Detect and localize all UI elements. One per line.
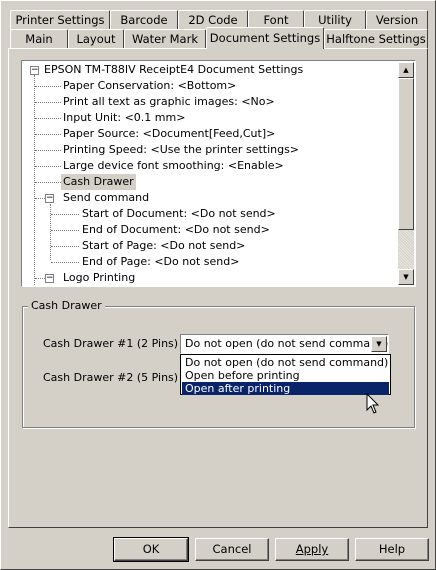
tree-item-end-of-page[interactable]: End of Page: <Do not send> xyxy=(82,254,239,270)
collapse-send-command-icon[interactable]: − xyxy=(45,194,54,203)
scroll-up-icon[interactable]: ▲ xyxy=(398,62,414,78)
tree-item-printing-speed[interactable]: Printing Speed: <Use the printer setting… xyxy=(63,142,299,158)
option-open-after-printing[interactable]: Open after printing xyxy=(182,382,389,395)
cash-drawer-2-label: Cash Drawer #2 (5 Pins) xyxy=(43,371,179,384)
settings-tree[interactable]: − EPSON TM-T88IV ReceiptE4 Document Sett… xyxy=(21,60,416,287)
tree-item-print-as-graphics[interactable]: Print all text as graphic images: <No> xyxy=(63,94,275,110)
cash-drawer-1-label: Cash Drawer #1 (2 Pins) xyxy=(43,337,179,350)
tree-item-start-of-page[interactable]: Start of Page: <Do not send> xyxy=(82,238,245,254)
chevron-down-icon[interactable]: ▼ xyxy=(371,336,387,352)
tab-printer-settings[interactable]: Printer Settings xyxy=(10,10,110,30)
cash-drawer-1-value: Do not open (do not send command) xyxy=(185,337,389,350)
tree-item-start-of-document[interactable]: Start of Document: <Do not send> xyxy=(82,206,276,222)
tree-scrollbar[interactable]: ▲ ▼ xyxy=(398,62,414,285)
scroll-down-icon[interactable]: ▼ xyxy=(398,269,414,285)
tree-root[interactable]: EPSON TM-T88IV ReceiptE4 Document Settin… xyxy=(44,62,303,78)
tab-halftone-settings[interactable]: Halftone Settings xyxy=(324,29,428,49)
tree-item-input-unit[interactable]: Input Unit: <0.1 mm> xyxy=(63,110,185,126)
help-button[interactable]: Help xyxy=(355,538,429,561)
tab-document-settings[interactable]: Document Settings xyxy=(206,27,324,49)
apply-button[interactable]: Apply xyxy=(275,538,349,561)
tree-item-send-command[interactable]: Send command xyxy=(63,190,149,206)
scroll-thumb[interactable] xyxy=(398,78,414,230)
cash-drawer-1-dropdown[interactable]: Do not open (do not send command) Open b… xyxy=(180,354,391,395)
tab-version[interactable]: Version xyxy=(366,10,428,30)
collapse-root-icon[interactable]: − xyxy=(30,66,39,75)
tree-item-cash-drawer[interactable]: Cash Drawer xyxy=(61,174,136,190)
ok-button[interactable]: OK xyxy=(113,537,189,562)
tree-item-paper-conservation[interactable]: Paper Conservation: <Bottom> xyxy=(63,78,236,94)
collapse-logo-printing-icon[interactable]: − xyxy=(45,274,54,283)
option-do-not-open[interactable]: Do not open (do not send command) xyxy=(182,356,389,369)
cash-drawer-group-title: Cash Drawer xyxy=(28,299,105,313)
tree-item-end-of-document[interactable]: End of Document: <Do not send> xyxy=(82,222,270,238)
tree-item-paper-source[interactable]: Paper Source: <Document[Feed,Cut]> xyxy=(63,126,275,142)
tab-barcode[interactable]: Barcode xyxy=(110,10,178,30)
tab-main[interactable]: Main xyxy=(10,29,68,49)
tab-layout[interactable]: Layout xyxy=(68,29,124,49)
option-open-before-printing[interactable]: Open before printing xyxy=(182,369,389,382)
cash-drawer-1-select[interactable]: Do not open (do not send command) ▼ xyxy=(180,334,389,354)
mouse-pointer-icon xyxy=(366,393,380,414)
tab-water-mark[interactable]: Water Mark xyxy=(124,29,206,49)
tree-item-logo-printing[interactable]: Logo Printing xyxy=(63,270,135,286)
cancel-button[interactable]: Cancel xyxy=(195,538,269,561)
tree-item-font-smoothing[interactable]: Large device font smoothing: <Enable> xyxy=(63,158,284,174)
